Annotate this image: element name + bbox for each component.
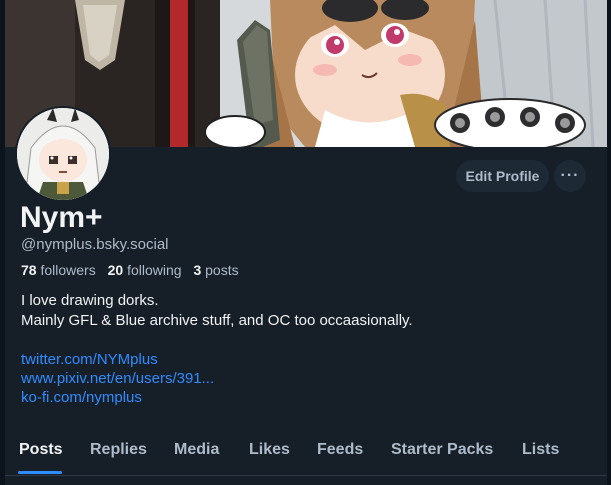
profile-links: twitter.com/NYMplus www.pixiv.net/en/use… [21,350,214,407]
avatar[interactable] [15,106,111,202]
followers-label: followers [40,262,96,278]
posts-count: 3 [193,262,202,278]
bio-line: I love drawing dorks. [21,292,159,309]
tab-posts[interactable]: Posts [19,441,63,459]
tab-lists[interactable]: Lists [522,441,559,459]
profile-tabs: Posts Replies Media Likes Feeds Starter … [5,430,607,476]
right-edge [607,0,611,485]
tab-feeds[interactable]: Feeds [317,441,363,459]
following-label: following [127,262,182,278]
more-options-button[interactable]: ··· [554,160,586,192]
followers-count: 78 [21,262,37,278]
profile-stats: 78 followers 20 following 3 posts [21,262,239,278]
tab-media[interactable]: Media [174,441,219,459]
profile-page: Edit Profile ··· Nym+ @nymplus.bsky.soci… [0,0,611,485]
profile-handle: @nymplus.bsky.social [21,236,169,253]
tab-likes[interactable]: Likes [249,441,290,459]
pixiv-link[interactable]: www.pixiv.net/en/users/391... [21,369,214,388]
tab-replies[interactable]: Replies [90,441,147,459]
twitter-link[interactable]: twitter.com/NYMplus [21,350,214,369]
following-count: 20 [107,262,124,278]
followers-link[interactable]: 78 followers [21,262,96,278]
avatar-illustration [17,108,109,200]
bio-line: Mainly GFL & Blue archive stuff, and OC … [21,312,413,329]
ellipsis-icon: ··· [560,167,580,184]
tab-starter-packs[interactable]: Starter Packs [391,441,493,459]
display-name: Nym+ [20,201,103,234]
kofi-link[interactable]: ko-fi.com/nymplus [21,388,214,407]
posts-stat: 3 posts [193,262,238,278]
edit-profile-button[interactable]: Edit Profile [456,160,549,192]
active-tab-indicator [18,471,62,474]
profile-bio: I love drawing dorks. Mainly GFL & Blue … [21,291,413,331]
following-link[interactable]: 20 following [108,262,182,278]
posts-label: posts [205,262,239,278]
